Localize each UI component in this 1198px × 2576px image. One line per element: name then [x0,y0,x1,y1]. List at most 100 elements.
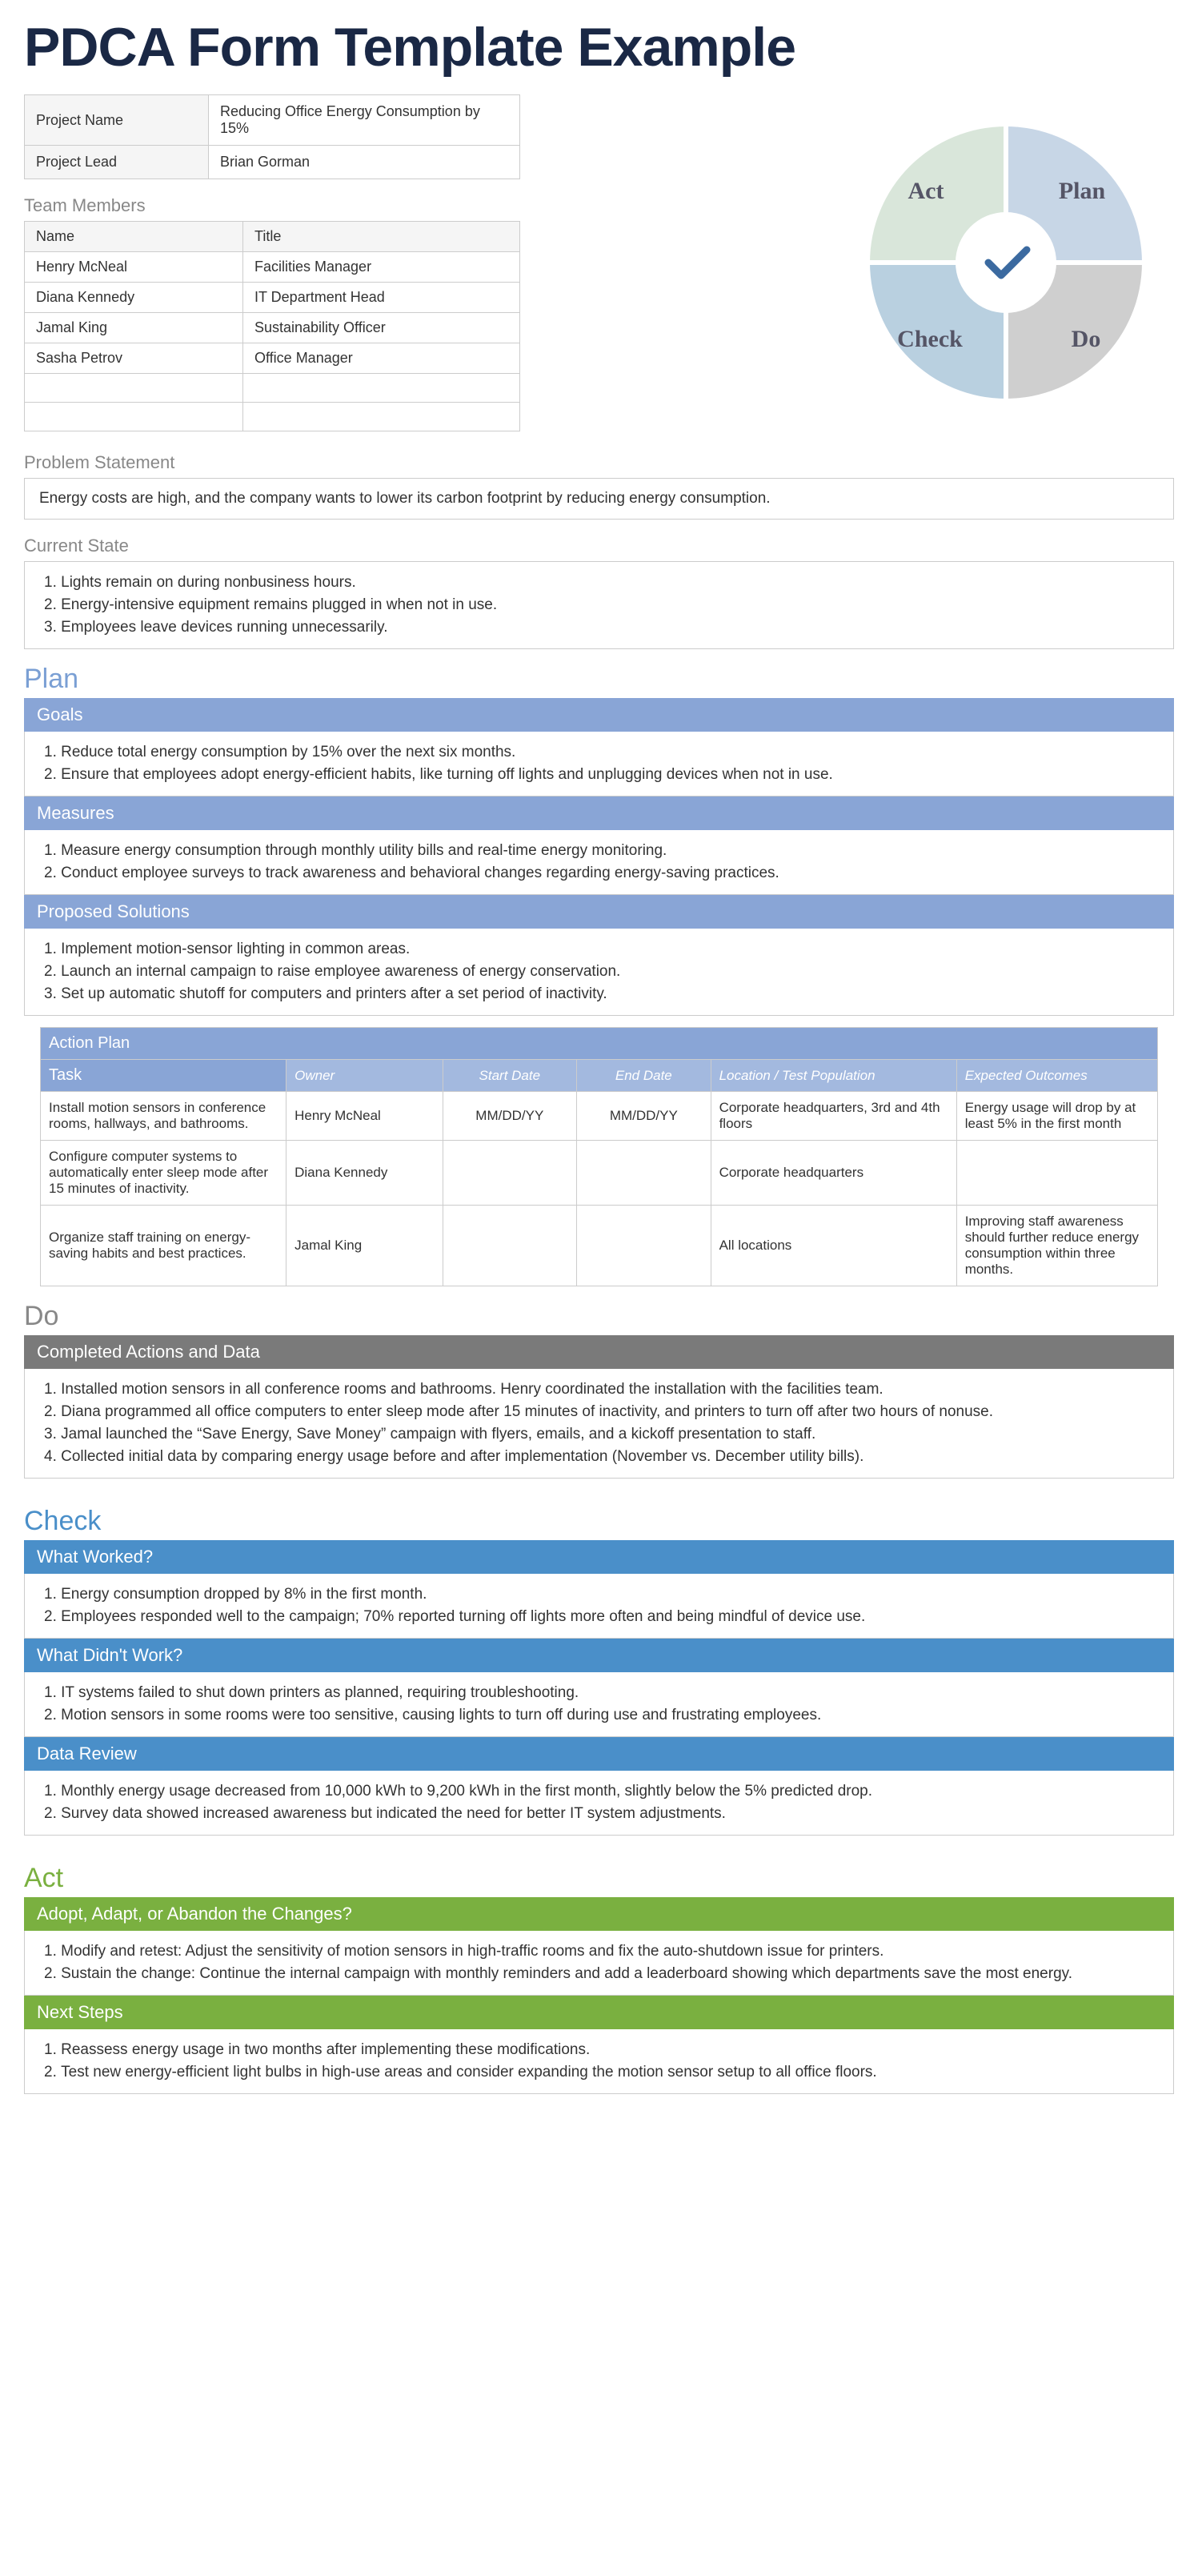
worked-bar: What Worked? [24,1540,1174,1574]
completed-box: Installed motion sensors in all conferen… [24,1369,1174,1479]
team-members-label: Team Members [24,195,806,216]
header-name: Name [25,222,243,252]
notworked-bar: What Didn't Work? [24,1639,1174,1672]
table-row: Henry McNealFacilities Manager [25,252,520,283]
table-row: Configure computer systems to automatica… [41,1141,1158,1206]
list-item: Energy consumption dropped by 8% in the … [44,1583,1159,1606]
list-item: Conduct employee surveys to track awaren… [44,862,1159,885]
cell [577,1206,711,1286]
list-item: Ensure that employees adopt energy-effic… [44,764,1159,786]
check-label: Check [897,326,963,352]
cell [443,1141,577,1206]
cell: Configure computer systems to automatica… [41,1141,286,1206]
check-heading: Check [24,1506,1174,1537]
label-cell: Project Lead [25,146,209,179]
next-bar: Next Steps [24,1996,1174,2029]
adopt-box: Modify and retest: Adjust the sensitivit… [24,1931,1174,1996]
list-item: Monthly energy usage decreased from 10,0… [44,1780,1159,1803]
cell: Improving staff awareness should further… [956,1206,1157,1286]
adopt-bar: Adopt, Adapt, or Abandon the Changes? [24,1897,1174,1931]
header-loc: Location / Test Population [711,1060,956,1092]
cell: Sasha Petrov [25,343,243,374]
table-header-row: Task Owner Start Date End Date Location … [41,1060,1158,1092]
pdca-cycle-diagram: Plan Do Check Act [838,94,1174,431]
notworked-box: IT systems failed to shut down printers … [24,1672,1174,1737]
table-row: Diana KennedyIT Department Head [25,283,520,313]
header-owner: Owner [286,1060,443,1092]
list-item: Sustain the change: Continue the interna… [44,1963,1159,1985]
list-item: Set up automatic shutoff for computers a… [44,983,1159,1005]
cell: Jamal King [25,313,243,343]
cell: Jamal King [286,1206,443,1286]
datareview-box: Monthly energy usage decreased from 10,0… [24,1771,1174,1836]
header-out: Expected Outcomes [956,1060,1157,1092]
table-row [25,403,520,431]
list-item: Employees responded well to the campaign… [44,1606,1159,1628]
top-row: Project Name Reducing Office Energy Cons… [24,94,1174,431]
header-start: Start Date [443,1060,577,1092]
list-item: IT systems failed to shut down printers … [44,1682,1159,1704]
proposed-bar: Proposed Solutions [24,895,1174,929]
list-item: Launch an internal campaign to raise emp… [44,961,1159,983]
problem-statement-box: Energy costs are high, and the company w… [24,478,1174,520]
page-title: PDCA Form Template Example [24,16,1174,78]
list-item: Diana programmed all office computers to… [44,1401,1159,1423]
cell [443,1206,577,1286]
cell: Office Manager [243,343,520,374]
measures-bar: Measures [24,796,1174,830]
goals-box: Reduce total energy consumption by 15% o… [24,732,1174,796]
list-item: Collected initial data by comparing ener… [44,1446,1159,1468]
table-row: Sasha PetrovOffice Manager [25,343,520,374]
table-row: Project Lead Brian Gorman [25,146,520,179]
act-heading: Act [24,1863,1174,1894]
value-cell: Reducing Office Energy Consumption by 15… [209,95,520,146]
table-header-row: Name Title [25,222,520,252]
action-plan-table: Action Plan Task Owner Start Date End Da… [40,1027,1158,1286]
header-title: Title [243,222,520,252]
plan-heading: Plan [24,664,1174,695]
list-item: Jamal launched the “Save Energy, Save Mo… [44,1423,1159,1446]
current-state-label: Current State [24,536,1174,556]
team-members-table: Name Title Henry McNealFacilities Manage… [24,221,520,431]
cell [25,403,243,431]
value-cell: Brian Gorman [209,146,520,179]
cell [25,374,243,403]
cell: Energy usage will drop by at least 5% in… [956,1092,1157,1141]
action-plan-caption: Action Plan [41,1028,1158,1060]
plan-label: Plan [1059,178,1106,204]
completed-bar: Completed Actions and Data [24,1335,1174,1369]
list-item: Employees leave devices running unnecess… [44,616,1159,639]
header-end: End Date [577,1060,711,1092]
cell: Install motion sensors in conference roo… [41,1092,286,1141]
cell: Corporate headquarters, 3rd and 4th floo… [711,1092,956,1141]
list-item: Implement motion-sensor lighting in comm… [44,938,1159,961]
list-item: Motion sensors in some rooms were too se… [44,1704,1159,1727]
cell [243,374,520,403]
list-item: Installed motion sensors in all conferen… [44,1378,1159,1401]
cell: Facilities Manager [243,252,520,283]
list-item: Modify and retest: Adjust the sensitivit… [44,1940,1159,1963]
cell [956,1141,1157,1206]
problem-statement-label: Problem Statement [24,452,1174,473]
proposed-box: Implement motion-sensor lighting in comm… [24,929,1174,1016]
list-item: Lights remain on during nonbusiness hour… [44,572,1159,594]
label-cell: Project Name [25,95,209,146]
list-item: Survey data showed increased awareness b… [44,1803,1159,1825]
table-row [25,374,520,403]
cell: Henry McNeal [286,1092,443,1141]
list-item: Reduce total energy consumption by 15% o… [44,741,1159,764]
cell: Henry McNeal [25,252,243,283]
current-state-box: Lights remain on during nonbusiness hour… [24,561,1174,649]
current-state-list: Lights remain on during nonbusiness hour… [39,572,1159,639]
header-task: Task [41,1060,286,1092]
cell [577,1141,711,1206]
list-item: Measure energy consumption through month… [44,840,1159,862]
worked-box: Energy consumption dropped by 8% in the … [24,1574,1174,1639]
cell [243,403,520,431]
do-label: Do [1072,326,1101,352]
cell: MM/DD/YY [577,1092,711,1141]
measures-box: Measure energy consumption through month… [24,830,1174,895]
cell: Diana Kennedy [25,283,243,313]
table-row: Jamal KingSustainability Officer [25,313,520,343]
act-label: Act [908,178,944,204]
